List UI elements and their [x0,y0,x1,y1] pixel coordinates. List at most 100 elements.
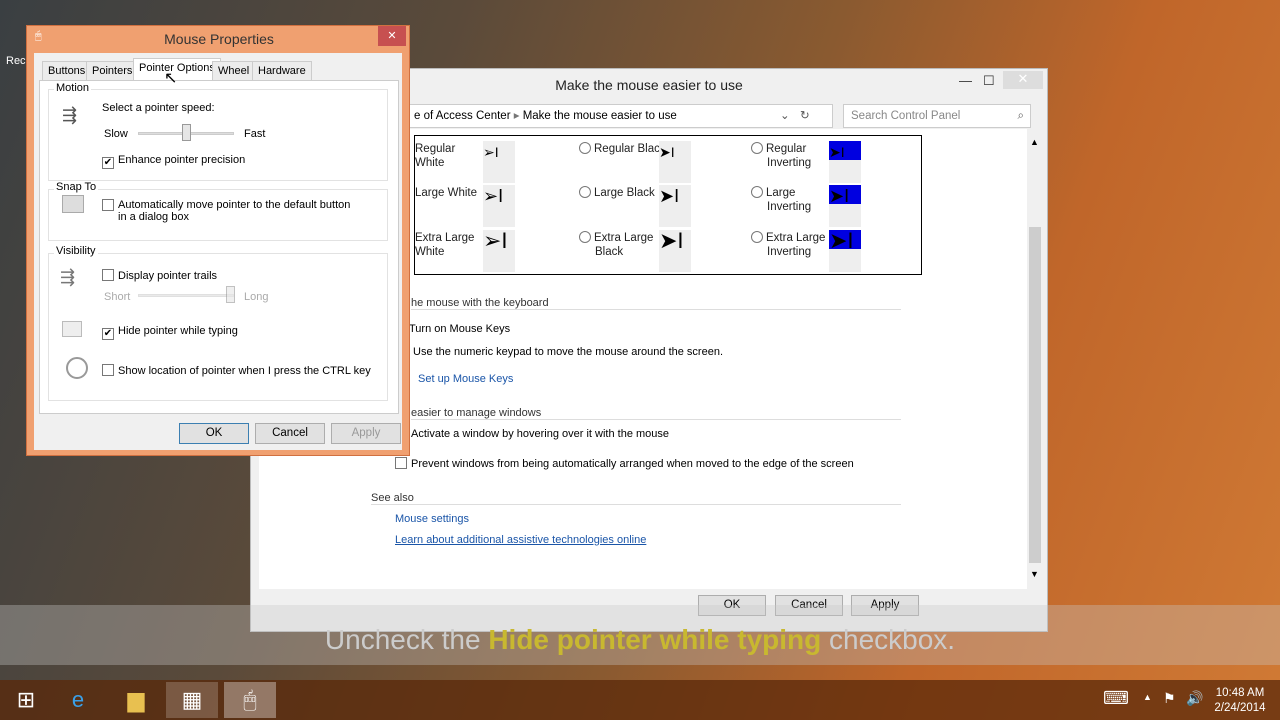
radio-button[interactable] [751,186,763,198]
minimize-button[interactable]: — [959,73,972,88]
hide-pointer-icon [62,321,82,337]
scheme-label-line2: White [415,157,445,169]
scheme-label-line2 [579,157,595,169]
pointer-location-icon [66,357,88,379]
mouse-properties-taskbar-icon[interactable]: 🖱 [224,682,276,718]
scheme-label-line2: White [415,246,445,258]
scheme-label-line2: Inverting [767,201,812,213]
dialog-title: Mouse Properties [164,31,274,47]
cursor-preview-icon: ➤I [829,230,861,272]
pointer-trails-slider[interactable] [138,294,234,297]
caption-pre: Uncheck the [324,624,489,655]
radio-button[interactable] [751,231,763,243]
scheme-label-line1: Regular [766,143,807,155]
radio-button[interactable] [751,142,763,154]
file-explorer-icon[interactable]: ▆ [110,682,162,718]
refresh-icon[interactable]: ↻ [800,105,810,127]
long-label: Long [244,291,269,303]
pointer-scheme-option[interactable]: Extra Large White [415,231,474,259]
breadcrumb-parent[interactable]: e of Access Center [414,110,511,122]
pointer-scheme-option[interactable]: Extra Large Inverting [751,231,825,259]
mouse-keys-description: Use the numeric keypad to move the mouse… [413,346,724,358]
dialog-ok-button[interactable]: OK [179,423,249,444]
cursor-preview-icon: ➤I [829,141,861,183]
snap-to-icon [62,195,84,213]
scheme-label-line2: Inverting [767,157,812,169]
start-button[interactable]: ⊞ [0,682,52,718]
pointer-scheme-option[interactable]: Regular Black [579,142,666,170]
snap-to-text: Automatically move pointer to the defaul… [118,199,351,223]
radio-button[interactable] [579,231,591,243]
search-placeholder: Search Control Panel [851,110,961,122]
dialog-cancel-button[interactable]: Cancel [255,423,325,444]
enhance-precision-checkbox[interactable]: ✔ Enhance pointer precision [102,154,245,169]
keyboard-section-heading: he mouse with the keyboard [411,297,901,310]
tab-buttons[interactable]: Buttons [42,61,92,81]
speed-label: Select a pointer speed: [102,102,215,114]
radio-button[interactable] [579,142,591,154]
dialog-apply-button[interactable]: Apply [331,423,401,444]
scheme-label-line2 [579,201,595,213]
learn-more-link[interactable]: Learn about additional assistive technol… [395,534,646,546]
scheme-label-line1: Large Black [594,187,655,199]
pointer-scheme-box: Regular White ➢I Regular Black ➤I Regular Inve… [414,135,922,275]
clock[interactable]: 10:48 AM 2/24/2014 [1212,686,1268,716]
fast-label: Fast [244,128,266,140]
setup-mouse-keys-link[interactable]: Set up Mouse Keys [418,373,513,385]
taskbar: ⊞ e ▆ ▦ 🖱 ⌨ ▲ ⚑ 🔊 10:48 AM 2/24/2014 [0,680,1280,720]
tab-pointers[interactable]: Pointers [86,61,139,81]
hover-activate-option[interactable]: Activate a window by hovering over it wi… [411,428,669,440]
mouse-settings-link[interactable]: Mouse settings [395,513,469,525]
chevron-down-icon[interactable]: ⌄ [780,105,790,127]
network-icon[interactable]: ⚑ [1163,690,1176,707]
scroll-thumb[interactable] [1029,227,1041,563]
snap-to-checkbox[interactable]: Automatically move pointer to the defaul… [102,199,352,223]
pointer-scheme-option[interactable]: Regular Inverting [751,142,811,170]
scheme-label-line1: Regular [415,143,456,155]
show-location-checkbox[interactable]: Show location of pointer when I press th… [102,364,371,377]
pointer-trails-checkbox[interactable]: Display pointer trails [102,269,217,282]
search-input[interactable]: Search Control Panel ⌕ [843,104,1031,128]
radio-button[interactable] [579,186,591,198]
volume-icon[interactable]: 🔊 [1186,690,1203,707]
pointer-speed-thumb[interactable] [182,124,191,141]
search-icon[interactable]: ⌕ [1018,105,1024,127]
breadcrumb-current[interactable]: Make the mouse easier to use [523,110,677,122]
pointer-trails-thumb[interactable] [226,286,235,303]
pointer-scheme-option[interactable]: Large Black [579,186,655,214]
slow-label: Slow [104,128,128,140]
scroll-up-icon[interactable]: ▲ [1030,137,1039,147]
pointer-scheme-option[interactable]: Large Inverting [751,186,811,214]
close-button[interactable]: ✕ [1003,71,1043,89]
maximize-button[interactable]: ☐ [983,73,995,89]
pointer-scheme-option[interactable]: Large White [415,186,477,200]
pointer-scheme-option[interactable]: Extra Large Black [579,231,653,259]
show-location-label: Show location of pointer when I press th… [118,365,371,377]
pointer-scheme-option[interactable]: Regular White [415,142,455,170]
dialog-close-button[interactable]: ✕ [378,26,406,46]
cursor-preview-icon: ➤I [659,230,691,272]
recycle-bin-label[interactable]: Rec [6,55,26,67]
scheme-label-line2: Inverting [767,246,812,258]
internet-explorer-icon[interactable]: e [52,682,104,718]
motion-label: Motion [54,82,92,94]
address-bar[interactable]: e of Access Center ▸ Make the mouse easi… [401,104,833,128]
mouse-keys-option[interactable]: Turn on Mouse Keys [409,323,510,335]
tab-wheel[interactable]: Wheel [212,61,256,81]
scroll-down-icon[interactable]: ▼ [1030,569,1039,579]
tab-hardware[interactable]: Hardware [252,61,312,81]
show-hidden-icons[interactable]: ▲ [1143,692,1152,702]
scheme-label-line1: Extra Large [766,232,826,244]
pointer-options-panel: Motion ⇶ Select a pointer speed: Slow Fa… [39,80,399,414]
caption-post: checkbox. [821,624,956,655]
tutorial-caption: Uncheck the Hide pointer while typing ch… [0,605,1280,665]
hide-pointer-checkbox[interactable]: ✔ Hide pointer while typing [102,325,238,340]
touch-keyboard-icon[interactable]: ⌨ [1103,688,1129,709]
scheme-label-line1: Large [766,187,796,199]
cursor-preview-icon: ➤I [659,141,691,183]
pointer-trails-icon: ⇶ [60,267,76,287]
prevent-arrange-checkbox[interactable]: Prevent windows from being automatically… [395,457,854,470]
control-panel-icon[interactable]: ▦ [166,682,218,718]
vertical-scrollbar[interactable]: ▲ ▼ [1027,135,1043,583]
scheme-label-line2: Black [595,246,624,258]
